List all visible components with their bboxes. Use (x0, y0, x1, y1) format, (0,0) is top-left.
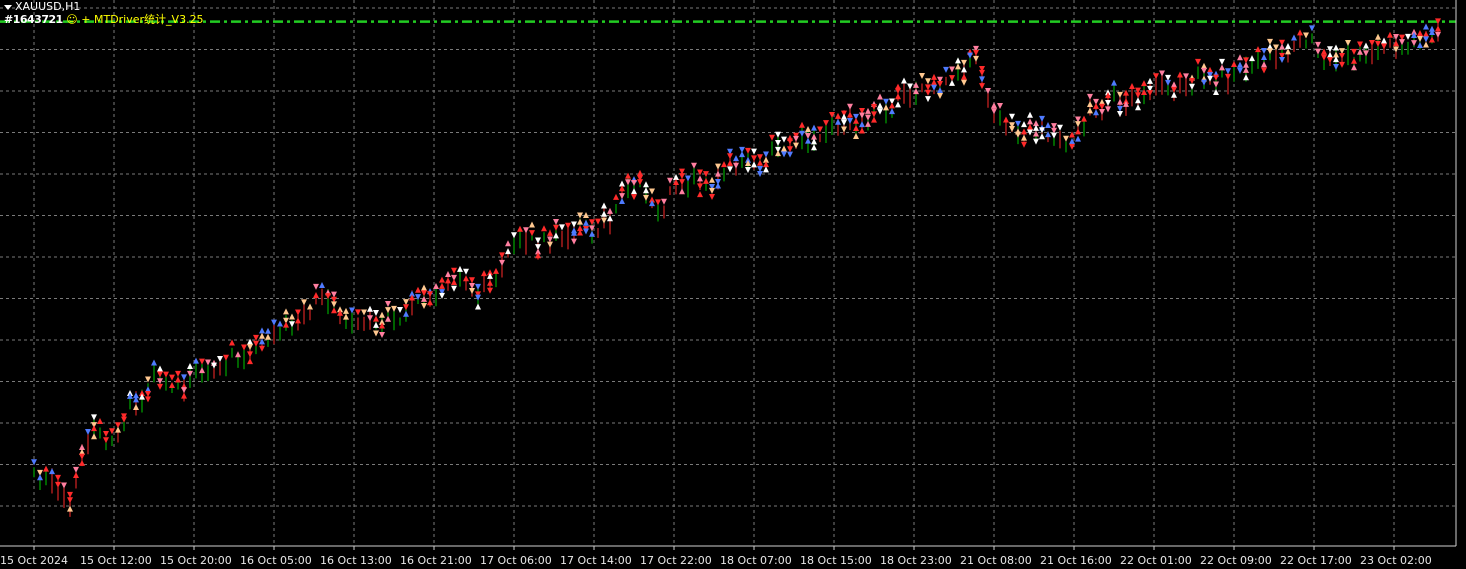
account-number: #1643721 (4, 13, 63, 26)
smiley-icon: ☺ (66, 13, 78, 26)
x-tick-label: 16 Oct 05:00 (240, 554, 312, 567)
x-tick-label: 21 Oct 08:00 (960, 554, 1032, 567)
expert-advisor-name: MTDriver统计_V3.25 (93, 13, 204, 26)
x-tick-label: 17 Oct 06:00 (480, 554, 552, 567)
x-tick-label: 16 Oct 21:00 (400, 554, 472, 567)
collapse-arrow-icon[interactable] (4, 4, 12, 10)
chart-background (0, 0, 1466, 569)
x-tick-label: 16 Oct 13:00 (320, 554, 392, 567)
x-tick-label: 15 Oct 20:00 (160, 554, 232, 567)
x-tick-label: 23 Oct 02:00 (1360, 554, 1432, 567)
plus-icon: + (81, 13, 91, 26)
x-tick-label: 18 Oct 07:00 (720, 554, 792, 567)
x-tick-label: 15 Oct 12:00 (80, 554, 152, 567)
x-tick-label: 22 Oct 01:00 (1120, 554, 1192, 567)
symbol-label: XAUUSD,H1 (15, 0, 81, 13)
x-tick-label: 22 Oct 09:00 (1200, 554, 1272, 567)
x-tick-label: 18 Oct 15:00 (800, 554, 872, 567)
indicator-header: #1643721 ☺ + MTDriver统计_V3.25 (4, 14, 204, 26)
x-tick-label: 17 Oct 14:00 (560, 554, 632, 567)
chart-symbol-title: XAUUSD,H1 (4, 1, 80, 13)
x-tick-label: 21 Oct 16:00 (1040, 554, 1112, 567)
x-tick-label: 18 Oct 23:00 (880, 554, 952, 567)
x-tick-label: 22 Oct 17:00 (1280, 554, 1352, 567)
price-chart[interactable]: 15 Oct 2024 15 Oct 12:00 15 Oct 20:00 16 Oc… (0, 0, 1466, 569)
x-tick-label: 15 Oct 2024 (0, 554, 68, 567)
x-tick-label: 17 Oct 22:00 (640, 554, 712, 567)
